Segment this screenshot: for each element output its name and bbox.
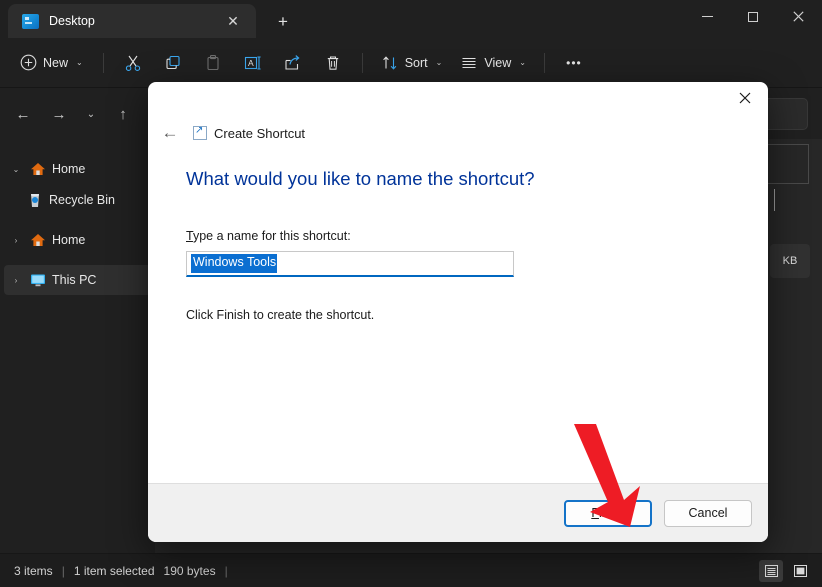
chevron-right-icon[interactable]: › <box>8 276 24 285</box>
new-tab-button[interactable]: + <box>270 9 296 33</box>
ellipsis-icon: ••• <box>566 55 582 70</box>
this-pc-icon <box>29 272 47 288</box>
new-button-label: New <box>43 55 69 70</box>
view-button[interactable]: View ⌄ <box>452 47 534 79</box>
window-controls <box>684 0 822 33</box>
chevron-right-icon[interactable]: › <box>8 236 24 245</box>
chevron-down-icon: ⌄ <box>76 58 83 67</box>
status-divider: | <box>224 563 228 578</box>
new-button[interactable]: New ⌄ <box>14 47 93 79</box>
minimize-button[interactable] <box>684 0 730 33</box>
close-icon <box>739 92 751 103</box>
dialog-back-button[interactable]: ← <box>154 119 186 147</box>
rename-button[interactable]: A <box>234 47 272 79</box>
dialog-question: What would you like to name the shortcut… <box>186 168 535 189</box>
tab-desktop[interactable]: Desktop ✕ <box>8 4 256 38</box>
sort-button[interactable]: Sort ⌄ <box>373 47 451 79</box>
large-icons-view-icon <box>793 564 807 577</box>
recent-locations-button[interactable]: ⌄ <box>78 98 104 130</box>
command-bar: New ⌄ A Sort ⌄ View ⌄ ••• <box>0 38 822 88</box>
svg-text:A: A <box>248 58 254 68</box>
close-window-button[interactable] <box>776 0 822 33</box>
selection-count: 1 item selected <box>73 563 155 578</box>
plus-circle-icon <box>20 54 37 71</box>
rename-icon: A <box>245 55 261 70</box>
sidebar-item-home[interactable]: ⌄ Home <box>4 154 151 184</box>
close-icon <box>792 11 804 22</box>
finish-button-label: inish <box>598 506 625 520</box>
chevron-down-icon: ⌄ <box>519 58 526 67</box>
tab-title: Desktop <box>49 14 95 28</box>
home-icon <box>29 161 47 177</box>
sidebar-item-home-2[interactable]: › Home <box>4 225 151 255</box>
copy-icon <box>166 55 180 69</box>
title-bar: Desktop ✕ + <box>0 0 822 38</box>
maximize-icon <box>748 11 758 22</box>
cancel-button[interactable]: Cancel <box>664 499 752 527</box>
toolbar-divider-2 <box>361 52 363 73</box>
shortcut-icon <box>193 124 207 140</box>
dialog-hint: Click Finish to create the shortcut. <box>186 308 375 322</box>
home-icon <box>29 232 47 248</box>
navigation-pane: ⌄ Home Recycle Bin › Home › This PC <box>0 139 155 553</box>
dialog-close-button[interactable] <box>722 82 768 113</box>
sort-label: Sort <box>404 55 428 70</box>
item-count: 3 items <box>14 563 53 578</box>
forward-button[interactable]: → <box>42 98 76 130</box>
file-explorer-window: Desktop ✕ + New ⌄ A Sort ⌄ View ⌄ ••• ← … <box>0 0 822 587</box>
sidebar-item-this-pc[interactable]: › This PC <box>4 265 151 295</box>
selection-size: 190 bytes <box>163 563 216 578</box>
chevron-down-icon[interactable]: ⌄ <box>8 165 24 174</box>
close-tab-icon[interactable]: ✕ <box>220 9 246 33</box>
minimize-icon <box>701 16 713 17</box>
maximize-button[interactable] <box>730 0 776 33</box>
back-button[interactable]: ← <box>6 98 40 130</box>
file-size-cell: KB <box>770 244 810 278</box>
paste-icon <box>207 54 219 70</box>
toolbar-divider-1 <box>102 52 104 73</box>
see-more-button[interactable]: ••• <box>555 47 593 79</box>
share-icon <box>285 54 300 70</box>
sidebar-label: This PC <box>52 273 97 287</box>
sidebar-item-recycle-bin[interactable]: Recycle Bin <box>22 185 151 215</box>
sidebar-label: Home <box>52 233 86 247</box>
view-lines-icon <box>462 57 476 68</box>
finish-button[interactable]: Finish <box>564 499 652 527</box>
up-button[interactable]: ↑ <box>106 98 140 130</box>
toolbar-divider-3 <box>543 52 545 73</box>
dialog-title: Create Shortcut <box>214 125 306 141</box>
scissors-icon <box>125 55 140 71</box>
chevron-down-icon: ⌄ <box>435 58 443 67</box>
copy-button[interactable] <box>154 47 192 79</box>
large-icons-view-button[interactable] <box>788 560 812 582</box>
dialog-body: What would you like to name the shortcut… <box>148 148 768 322</box>
sidebar-label: Home <box>52 162 86 176</box>
text-cursor <box>774 189 775 211</box>
status-bar: 3 items | 1 item selected 190 bytes | <box>0 553 822 587</box>
monitor-icon <box>22 13 39 29</box>
shortcut-name-input[interactable]: Windows Tools <box>186 251 514 277</box>
paste-button[interactable] <box>194 47 232 79</box>
accel-key: T <box>186 229 193 243</box>
details-view-button[interactable] <box>759 559 783 582</box>
shortcut-name-value: Windows Tools <box>191 254 278 273</box>
name-field-label-rest: ype a name for this shortcut: <box>192 229 351 243</box>
sidebar-label: Recycle Bin <box>49 193 115 207</box>
share-button[interactable] <box>274 47 312 79</box>
view-label: View <box>484 55 512 70</box>
dialog-header: ← Create Shortcut <box>148 118 768 148</box>
details-view-icon <box>764 564 778 577</box>
delete-button[interactable] <box>314 47 352 79</box>
view-toggle-group <box>759 559 812 582</box>
recycle-bin-icon <box>26 192 44 208</box>
name-field-label: Type a name for this shortcut: <box>186 229 768 243</box>
status-divider: | <box>61 563 65 578</box>
dialog-footer: Finish Cancel <box>148 483 768 542</box>
sort-icon <box>382 55 397 70</box>
create-shortcut-dialog: ← Create Shortcut What would you like to… <box>148 82 768 542</box>
accel-key: F <box>591 506 599 520</box>
trash-icon <box>327 55 338 70</box>
cut-button[interactable] <box>114 47 152 79</box>
